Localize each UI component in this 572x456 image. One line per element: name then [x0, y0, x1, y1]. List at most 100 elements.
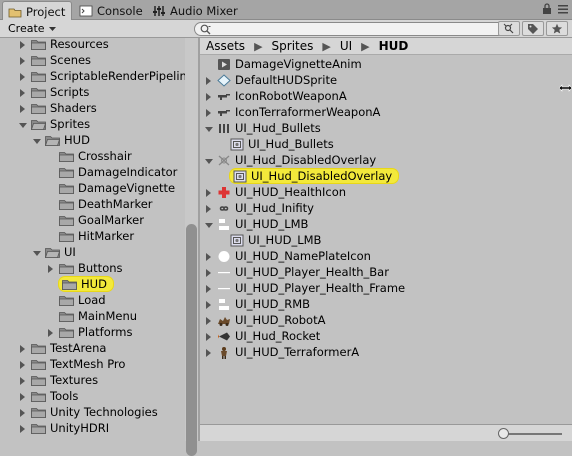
- tree-folder-item[interactable]: Load: [46, 292, 106, 308]
- expand-arrow-right-icon[interactable]: [204, 267, 214, 277]
- expand-arrow-right-icon[interactable]: [204, 347, 214, 357]
- asset-list-item[interactable]: UI_Hud_DisabledOverlay: [204, 152, 376, 168]
- expand-arrow-right-icon[interactable]: [18, 343, 28, 353]
- expand-arrow-right-icon[interactable]: [18, 87, 28, 97]
- expand-arrow-right-icon[interactable]: [204, 91, 214, 101]
- tree-folder-item[interactable]: TestArena: [18, 340, 106, 356]
- asset-list-item[interactable]: UI_HUD_TerraformerA: [204, 344, 359, 360]
- tree-folder-item[interactable]: HitMarker: [46, 228, 134, 244]
- expand-arrow-right-icon[interactable]: [18, 55, 28, 65]
- breadcrumb-item-sprites[interactable]: Sprites: [272, 39, 314, 53]
- tree-folder-item[interactable]: UI: [32, 244, 76, 260]
- asset-list-item[interactable]: IconTerraformerWeaponA: [204, 104, 380, 120]
- expand-arrow-down-icon[interactable]: [18, 119, 28, 129]
- folder-tree-panel: Resources Scenes ScriptableRenderPipelin Sc…: [0, 38, 199, 441]
- search-input[interactable]: [194, 22, 516, 36]
- asset-list-item[interactable]: UI_HUD_Player_Health_Bar: [204, 264, 389, 280]
- tree-folder-label: ScriptableRenderPipelin: [50, 69, 187, 83]
- tab-project[interactable]: Project: [2, 1, 72, 21]
- asset-list-item[interactable]: UI_HUD_NamePlateIcon: [204, 248, 371, 264]
- tree-folder-item[interactable]: UnityHDRI: [18, 420, 109, 436]
- tree-folder-item[interactable]: Buttons: [46, 260, 123, 276]
- icon-size-slider[interactable]: [498, 428, 509, 439]
- tree-folder-item[interactable]: MainMenu: [46, 308, 137, 324]
- breadcrumb-item-hud[interactable]: HUD: [379, 39, 409, 53]
- expand-arrow-right-icon[interactable]: [204, 299, 214, 309]
- expand-arrow-right-icon[interactable]: [18, 39, 28, 49]
- tree-folder-item[interactable]: Resources: [18, 38, 109, 52]
- asset-list-item[interactable]: IconRobotWeaponA: [204, 88, 347, 104]
- tree-folder-item[interactable]: Textures: [18, 372, 98, 388]
- rocket-sprite-icon: [217, 330, 231, 343]
- expand-arrow-right-icon[interactable]: [204, 203, 214, 213]
- expand-arrow-down-icon[interactable]: [32, 135, 42, 145]
- asset-list-item[interactable]: UI_HUD_HealthIcon: [204, 184, 346, 200]
- asset-list-item[interactable]: DamageVignetteAnim: [204, 56, 362, 72]
- expand-arrow-right-icon[interactable]: [18, 359, 28, 369]
- tree-folder-item[interactable]: HUD: [32, 132, 90, 148]
- tree-folder-item[interactable]: HUD: [46, 276, 113, 292]
- expand-arrow-right-icon[interactable]: [18, 407, 28, 417]
- tree-folder-item[interactable]: DamageIndicator: [46, 164, 177, 180]
- filter-by-label-icon[interactable]: [522, 21, 544, 36]
- asset-list-item[interactable]: UI_HUD_Player_Health_Frame: [204, 280, 405, 296]
- tree-folder-item[interactable]: ScriptableRenderPipelin: [18, 68, 187, 84]
- expand-arrow-right-icon[interactable]: [18, 71, 28, 81]
- tab-console[interactable]: Console: [74, 1, 146, 20]
- tree-folder-item[interactable]: Sprites: [18, 116, 90, 132]
- expand-arrow-right-icon[interactable]: [18, 103, 28, 113]
- asset-list-item[interactable]: UI_Hud_DisabledOverlay: [220, 168, 399, 184]
- tab-audio-mixer[interactable]: Audio Mixer: [147, 1, 247, 20]
- create-button[interactable]: Create: [4, 21, 60, 36]
- folder-icon: [59, 294, 74, 306]
- expand-arrow-right-icon[interactable]: [204, 107, 214, 117]
- tree-folder-item[interactable]: DamageVignette: [46, 180, 175, 196]
- breadcrumb-item-assets[interactable]: Assets: [206, 39, 245, 53]
- tree-folder-item[interactable]: TextMesh Pro: [18, 356, 125, 372]
- expand-arrow-right-icon[interactable]: [18, 391, 28, 401]
- expand-arrow-right-icon[interactable]: [204, 187, 214, 197]
- expand-arrow-right-icon[interactable]: [18, 423, 28, 433]
- expand-arrow-right-icon[interactable]: [204, 331, 214, 341]
- expand-arrow-right-icon[interactable]: [204, 315, 214, 325]
- tree-folder-item[interactable]: DeathMarker: [46, 196, 153, 212]
- expand-arrow-down-icon[interactable]: [204, 219, 214, 229]
- tree-folder-item[interactable]: Platforms: [46, 324, 133, 340]
- tree-folder-item[interactable]: Crosshair: [46, 148, 132, 164]
- expand-arrow-down-icon[interactable]: [32, 247, 42, 257]
- expand-arrow-right-icon[interactable]: [204, 75, 214, 85]
- expand-arrow-right-icon[interactable]: [46, 263, 56, 273]
- audio-mixer-icon: [152, 5, 166, 17]
- tree-folder-item[interactable]: Shaders: [18, 100, 97, 116]
- favorites-star-icon[interactable]: [546, 21, 568, 36]
- breadcrumb-item-ui[interactable]: UI: [340, 39, 352, 53]
- icon-size-slider-track[interactable]: [506, 433, 562, 435]
- tree-folder-item[interactable]: Scenes: [18, 52, 91, 68]
- asset-list-item[interactable]: DefaultHUDSprite: [204, 72, 337, 88]
- tree-folder-item[interactable]: Scripts: [18, 84, 89, 100]
- asset-list-item[interactable]: UI_Hud_Inifity: [204, 200, 314, 216]
- asset-list-item[interactable]: UI_Hud_Bullets: [220, 136, 334, 152]
- asset-list-item[interactable]: UI_HUD_LMB: [204, 216, 308, 232]
- scrollbar-thumb[interactable]: [186, 224, 197, 456]
- folder-icon: [59, 182, 74, 194]
- asset-list-item[interactable]: UI_HUD_LMB: [220, 232, 321, 248]
- expand-arrow-down-icon[interactable]: [204, 123, 214, 133]
- expand-arrow-right-icon[interactable]: [46, 327, 56, 337]
- folder-tree-scrollbar[interactable]: [185, 38, 198, 456]
- asset-list-item[interactable]: UI_Hud_Bullets: [204, 120, 321, 136]
- expand-arrow-right-icon[interactable]: [204, 251, 214, 261]
- tree-folder-item[interactable]: Unity Technologies: [18, 404, 158, 420]
- asset-list-item[interactable]: UI_HUD_RMB: [204, 296, 310, 312]
- menu-icon[interactable]: [558, 4, 568, 17]
- asset-list-item[interactable]: UI_Hud_Rocket: [204, 328, 320, 344]
- asset-label: UI_Hud_Bullets: [248, 137, 334, 151]
- tree-folder-item[interactable]: Tools: [18, 388, 78, 404]
- expand-arrow-right-icon[interactable]: [204, 283, 214, 293]
- expand-arrow-right-icon[interactable]: [18, 375, 28, 385]
- tree-folder-item[interactable]: GoalMarker: [46, 212, 144, 228]
- asset-list-item[interactable]: UI_HUD_RobotA: [204, 312, 325, 328]
- lock-icon[interactable]: [542, 3, 552, 18]
- filter-by-type-icon[interactable]: [498, 21, 520, 36]
- expand-arrow-down-icon[interactable]: [204, 155, 214, 165]
